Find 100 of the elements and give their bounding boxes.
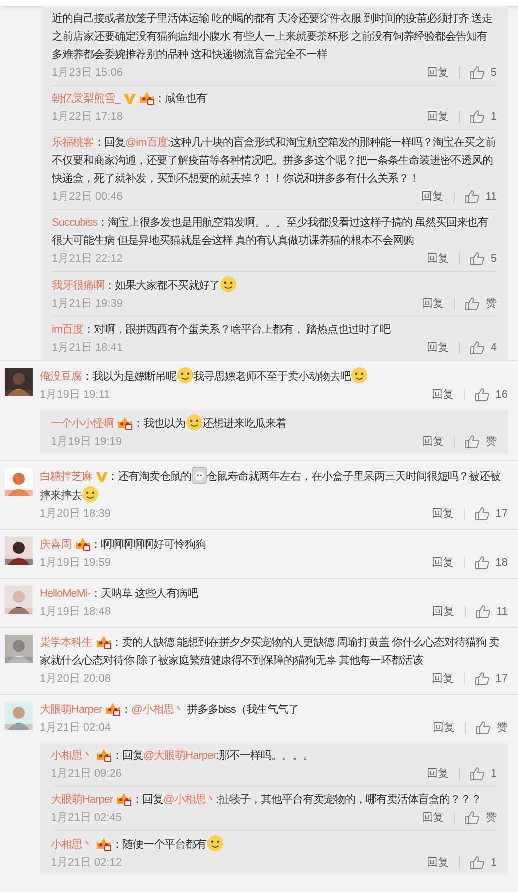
user-name[interactable]: 朝亿棠梨煎雪_ (52, 93, 121, 105)
user-name[interactable]: 小相思丶 (51, 839, 93, 851)
reply-link[interactable]: 回复 (426, 765, 449, 783)
comment-text: 小相思丶 ：随便一个平台都有 (51, 835, 497, 854)
comment-text: Succubiss：淘宝上很多发也是用航空箱发啊。。。至少我都没看过这样子搞的 虽然买回来也有很大可能生病 但是异地买猫就是会这样 真的有认真做功课养猫的根本不会网购 (52, 216, 490, 249)
timestamp: 1月19日 18:48 (40, 605, 112, 620)
mention-link[interactable]: @im百度 (126, 137, 168, 149)
timestamp: 1月19日 19:59 (40, 556, 112, 571)
timestamp: 1月19日 19:19 (51, 435, 123, 450)
reply-link[interactable]: 回复 (432, 603, 455, 621)
comment-text: 乐福桃客：回复@im百度:这种几十块的盲盒形式和淘宝航空箱发的那种能一样吗？淘宝在买之前不仅要和商家沟通，还要了解疫苗等各种情况吧。拼多多这个呢？把一条条生命装进密不透风的快递盒，死了就补发，买到不想要的就丢掉？！！你说和拼多多有什么关系？！ (52, 136, 497, 187)
like-count[interactable]: 赞 (486, 295, 497, 313)
like-count[interactable]: 18 (496, 554, 508, 572)
like-count[interactable]: 赞 (486, 809, 497, 827)
timestamp: 1月22日 17:18 (52, 110, 124, 125)
timestamp: 1月22日 00:46 (52, 190, 124, 205)
user-name[interactable]: 粜学本科生 (40, 637, 92, 649)
thumbs-up-icon[interactable] (474, 672, 490, 686)
like-count[interactable]: 11 (486, 188, 497, 206)
comment-text: 小相思丶 ：回复@大眼萌Harper:那不一样吗。。。。 (51, 747, 314, 764)
user-name[interactable]: 俺没豆腐 (40, 371, 82, 383)
like-count[interactable]: 16 (496, 386, 508, 404)
thumbs-up-icon[interactable] (465, 297, 480, 311)
user-name[interactable]: 乐福桃客 (52, 137, 94, 149)
like-count[interactable]: 11 (496, 603, 508, 621)
thumbs-up-icon[interactable] (464, 190, 480, 204)
user-name[interactable]: im百度 (52, 324, 84, 336)
comment-text: 一个小小怪啊 ：我也以为 还想进来吃瓜来着 (51, 414, 497, 433)
comment-text: 大眼萌Harper ：回复@小相思丶:扯犊子，其他平台有卖宠物的，哪有卖活体盲盒的？？？ (51, 791, 482, 808)
user-name[interactable]: 大眼萌Harper (51, 794, 114, 806)
reply-link[interactable]: 回复 (432, 554, 454, 572)
thumbs-up-icon[interactable] (470, 856, 485, 870)
timestamp: 1月21日 02:45 (51, 811, 123, 826)
thumbs-up-icon[interactable] (465, 435, 480, 449)
reply-link[interactable]: 回复 (426, 64, 449, 82)
comment-text: 俺没豆腐：我以为是嫖断吊呢 我寻思嫖老师不至于卖小动物去吧 (40, 367, 508, 386)
like-count[interactable]: 4 (490, 339, 497, 357)
reply-link[interactable]: 回复 (422, 295, 444, 313)
reply-link[interactable]: 回复 (426, 339, 449, 357)
timestamp: 1月23日 15:06 (52, 66, 124, 81)
user-name[interactable]: 我牙很痛啊 (52, 280, 104, 292)
like-count[interactable]: 5 (490, 64, 497, 82)
thumbs-up-icon[interactable] (470, 767, 485, 781)
user-name[interactable]: 小相思丶 (51, 750, 93, 762)
thumbs-up-icon[interactable] (474, 507, 490, 521)
emoji-icon (82, 486, 99, 503)
emoji-icon (176, 367, 194, 384)
comment-text: 庆喜周 ：啊啊啊啊啊好可怜狗狗 (40, 536, 207, 553)
thumbs-up-icon[interactable] (470, 110, 485, 124)
mention-link[interactable]: @小相思丶 (132, 704, 184, 716)
like-count[interactable]: 赞 (497, 719, 508, 737)
user-name[interactable]: HelloMeMi- (40, 588, 91, 600)
reply-link[interactable]: 回复 (432, 386, 454, 404)
sticker-icon (192, 467, 206, 484)
like-count[interactable]: 1 (490, 765, 497, 783)
user-name[interactable]: 白糖拌芝麻 (40, 471, 92, 483)
reply-link[interactable]: 回复 (433, 719, 455, 737)
emoji-icon (186, 414, 202, 431)
comment-text: HelloMeMi-：天呐草 这些人有病吧 (40, 586, 200, 602)
reply-link[interactable]: 回复 (422, 809, 444, 827)
emoji-icon (220, 276, 237, 293)
user-name[interactable]: 大眼萌Harper (40, 704, 102, 716)
thumbs-up-icon[interactable] (465, 811, 480, 825)
thumbs-up-icon[interactable] (470, 66, 485, 80)
reply-link[interactable]: 回复 (432, 505, 454, 523)
like-count[interactable]: 17 (496, 505, 508, 523)
like-count[interactable]: 1 (490, 108, 497, 126)
reply-link[interactable]: 回复 (432, 670, 454, 688)
user-name[interactable]: Succubiss (52, 217, 98, 229)
thumbs-up-icon[interactable] (474, 388, 490, 402)
comment-text: 白糖拌芝麻 ：还有淘卖仓鼠的 仓鼠寿命就两年左右，在小盒子里呆两三天时间很短吗？被还被摔来摔去 (40, 467, 508, 505)
like-count[interactable]: 赞 (486, 433, 497, 451)
user-name[interactable]: 庆喜周 (40, 539, 72, 551)
mention-link[interactable]: @大眼萌Harper (144, 750, 216, 762)
timestamp: 1月21日 02:12 (51, 856, 123, 871)
thumbs-up-icon[interactable] (470, 252, 485, 266)
reply-link[interactable]: 回复 (426, 854, 449, 872)
timestamp: 1月20日 18:39 (40, 507, 112, 522)
emoji-icon (206, 835, 224, 852)
thumbs-up-icon[interactable] (476, 605, 491, 619)
timestamp: 1月21日 02:04 (40, 721, 112, 736)
like-count[interactable]: 1 (490, 854, 497, 872)
comment-text: 近的自己接或者放笼子里活体运输 吃的喝的都有 天冷还要穿件衣服 到时间的疫苗必须打齐 送走之前店家还要确定没有猫狗瘟细小腹水 有些人一上来就要茶杯形 之前没有饲养经验都会告知有多难养都会委婉推荐别的品种 这和快递物流盲盒完全不一样 (52, 12, 494, 63)
timestamp: 1月21日 18:41 (52, 341, 124, 356)
reply-link[interactable]: 回复 (422, 433, 444, 451)
comment-text: 粜学本科生 ：卖的人缺德 能想到在拼夕夕买宠物的人更缺德 周瑜打黄盖 你什么心态对待猫狗 卖家就什么心态对待你 除了被家庭繁殖健康得不到保障的猫狗无辜 其他每一环都活该 (40, 634, 501, 669)
timestamp: 1月20日 20:08 (40, 672, 112, 687)
comment-text: 大眼萌Harper ：@小相思丶 拼多多biss（我生气气了 (40, 701, 300, 718)
timestamp: 1月21日 19:39 (52, 297, 124, 312)
thumbs-up-icon[interactable] (476, 721, 491, 735)
mention-link[interactable]: @小相思丶 (164, 794, 216, 806)
comment-text: 我牙很痛啊：如果大家都不买就好了 (52, 276, 497, 295)
reply-link[interactable]: 回复 (426, 108, 449, 126)
thumbs-up-icon[interactable] (474, 556, 490, 570)
user-name[interactable]: 一个小小怪啊 (51, 418, 114, 430)
like-count[interactable]: 17 (496, 670, 508, 688)
reply-link[interactable]: 回复 (426, 250, 449, 268)
like-count[interactable]: 5 (490, 250, 497, 268)
reply-link[interactable]: 回复 (422, 188, 444, 206)
thumbs-up-icon[interactable] (470, 341, 485, 355)
